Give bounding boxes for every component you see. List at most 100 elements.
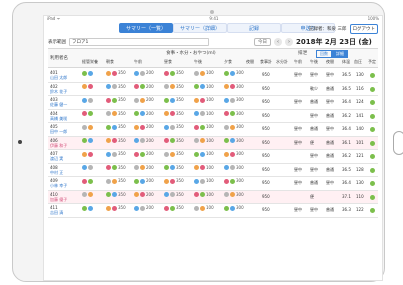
toggle-count[interactable]: 回数	[316, 50, 332, 58]
excretion-value[interactable]: 昼中	[326, 99, 334, 105]
intake-cell[interactable]: 200	[134, 70, 158, 81]
intake-cell[interactable]: 300	[224, 84, 248, 95]
intake-cell[interactable]: 300	[224, 205, 248, 216]
intake-cell[interactable]: 350	[164, 192, 188, 203]
intake-cell[interactable]: 300	[224, 192, 248, 203]
schedule-icon[interactable]	[370, 113, 375, 119]
intake-cell[interactable]	[82, 178, 106, 189]
resident-row[interactable]: 402 鈴木 花子 350 200 350 100 300 950 軟少 普通 36.5 116	[48, 83, 378, 96]
resident-row[interactable]: 405 田中 一郎 350 200 350 100 300 950 昼中 普通 昼中 36.4 140	[48, 123, 378, 137]
resident-name-cell[interactable]: 411 吉田 清	[50, 205, 63, 215]
intake-cell[interactable]	[82, 205, 106, 216]
intake-cell[interactable]: 350	[164, 138, 188, 149]
resident-row[interactable]: 401 山田 太郎 350 200 350 100 300 950 昼中 昼中 昼中 36.5 130	[48, 69, 378, 83]
schedule-icon[interactable]	[370, 154, 375, 159]
schedule-icon[interactable]	[370, 194, 375, 200]
excretion-value[interactable]: 普通	[326, 113, 334, 119]
tab-summary-list[interactable]: サマリー（一覧）	[119, 23, 173, 33]
excretion-value[interactable]: 昼中	[310, 72, 318, 78]
intake-cell[interactable]: 200	[134, 84, 158, 95]
schedule-icon[interactable]	[370, 127, 375, 132]
intake-cell[interactable]	[82, 192, 106, 203]
excretion-value[interactable]: 昼中	[294, 99, 302, 105]
intake-cell[interactable]: 350	[106, 192, 130, 203]
resident-row[interactable]: 409 小林 幸子 350 200 350 100 300 950 昼中 普通 昼中 36.4 130	[48, 177, 378, 191]
resident-name-cell[interactable]: 405 田中 一郎	[50, 124, 67, 134]
schedule-icon[interactable]	[370, 167, 375, 173]
intake-cell[interactable]: 100	[194, 111, 218, 122]
intake-cell[interactable]: 350	[164, 205, 188, 216]
schedule-icon[interactable]	[370, 73, 375, 78]
excretion-value[interactable]: 普通	[310, 99, 318, 105]
excretion-value[interactable]: 軟少	[310, 86, 318, 92]
excretion-value[interactable]: 昼中	[310, 207, 318, 213]
prev-day-button[interactable]: ‹	[274, 38, 282, 46]
intake-cell[interactable]: 350	[164, 70, 188, 81]
tab-record[interactable]: 記録	[227, 23, 281, 33]
intake-cell[interactable]: 350	[106, 138, 130, 149]
intake-cell[interactable]	[82, 84, 106, 95]
excretion-value[interactable]: 普通	[326, 167, 334, 173]
logout-button[interactable]: ログアウト	[349, 24, 378, 34]
intake-cell[interactable]	[82, 70, 106, 81]
intake-cell[interactable]: 200	[134, 97, 158, 108]
excretion-value[interactable]: 昼中	[310, 153, 318, 159]
intake-cell[interactable]: 350	[106, 124, 130, 135]
intake-cell[interactable]: 350	[164, 84, 188, 95]
excretion-value[interactable]: 昼中	[294, 140, 302, 146]
schedule-icon[interactable]	[370, 100, 375, 105]
schedule-icon[interactable]	[370, 181, 375, 186]
intake-cell[interactable]: 350	[106, 111, 130, 122]
intake-cell[interactable]: 350	[164, 97, 188, 108]
resident-row[interactable]: 411 吉田 清 350 200 350 100 300 950 昼中 昼中 普通 36.3 122	[48, 204, 378, 218]
resident-name-cell[interactable]: 407 渡辺 実	[50, 151, 63, 161]
schedule-icon[interactable]	[370, 86, 375, 92]
resident-row[interactable]: 410 加藤 優子 350 200 350 100 300 950 便 37.1 110	[48, 190, 378, 204]
excretion-value[interactable]: 昼中	[294, 126, 302, 132]
intake-cell[interactable]: 300	[224, 178, 248, 189]
excretion-value[interactable]: 昼中	[294, 180, 302, 186]
intake-cell[interactable]: 300	[224, 151, 248, 162]
intake-cell[interactable]	[82, 124, 106, 135]
intake-cell[interactable]	[82, 111, 106, 122]
intake-cell[interactable]: 200	[134, 124, 158, 135]
home-button[interactable]	[393, 131, 403, 155]
excretion-value[interactable]: 昼中	[310, 113, 318, 119]
excretion-value[interactable]: 昼中	[326, 126, 334, 132]
resident-row[interactable]: 408 中村 正 350 200 350 100 300 950 昼中 昼中 普通 36.5 128	[48, 164, 378, 177]
intake-cell[interactable]: 100	[194, 97, 218, 108]
resident-name-cell[interactable]: 408 中村 正	[50, 165, 63, 175]
schedule-icon[interactable]	[370, 140, 375, 146]
intake-cell[interactable]: 300	[224, 97, 248, 108]
intake-cell[interactable]: 300	[224, 124, 248, 135]
range-select[interactable]: フロア1	[69, 38, 209, 46]
excretion-value[interactable]: 昼中	[294, 72, 302, 78]
intake-cell[interactable]: 200	[134, 178, 158, 189]
excretion-value[interactable]: 便	[310, 194, 314, 200]
intake-cell[interactable]: 350	[106, 151, 130, 162]
intake-cell[interactable]: 100	[194, 178, 218, 189]
excretion-value[interactable]: 昼中	[310, 167, 318, 173]
intake-cell[interactable]: 100	[194, 165, 218, 176]
resident-row[interactable]: 407 渡辺 実 350 200 350 100 300 950 昼中 普通 36.2 121	[48, 150, 378, 164]
excretion-value[interactable]: 昼中	[294, 167, 302, 173]
intake-cell[interactable]: 100	[194, 84, 218, 95]
intake-cell[interactable]: 200	[134, 205, 158, 216]
resident-row[interactable]: 404 高橋 美咲 350 200 350 100 300 950 昼中 普通 36.2 141	[48, 110, 378, 123]
intake-cell[interactable]: 350	[164, 165, 188, 176]
intake-cell[interactable]: 350	[106, 84, 130, 95]
resident-name-cell[interactable]: 404 高橋 美咲	[50, 111, 67, 121]
resident-name-cell[interactable]: 403 佐藤 健一	[50, 97, 67, 107]
intake-cell[interactable]: 100	[194, 70, 218, 81]
resident-name-cell[interactable]: 409 小林 幸子	[50, 178, 67, 188]
intake-cell[interactable]: 300	[224, 165, 248, 176]
toggle-detail[interactable]: 詳細	[332, 50, 348, 58]
schedule-icon[interactable]	[370, 208, 375, 213]
intake-cell[interactable]: 350	[164, 151, 188, 162]
intake-cell[interactable]: 200	[134, 151, 158, 162]
resident-row[interactable]: 403 佐藤 健一 350 200 350 100 300 950 昼中 普通 昼中 36.4 124	[48, 96, 378, 110]
resident-name-cell[interactable]: 402 鈴木 花子	[50, 84, 67, 94]
resident-name-cell[interactable]: 410 加藤 優子	[50, 192, 67, 202]
excretion-value[interactable]: 普通	[326, 140, 334, 146]
excretion-value[interactable]: 普通	[326, 153, 334, 159]
